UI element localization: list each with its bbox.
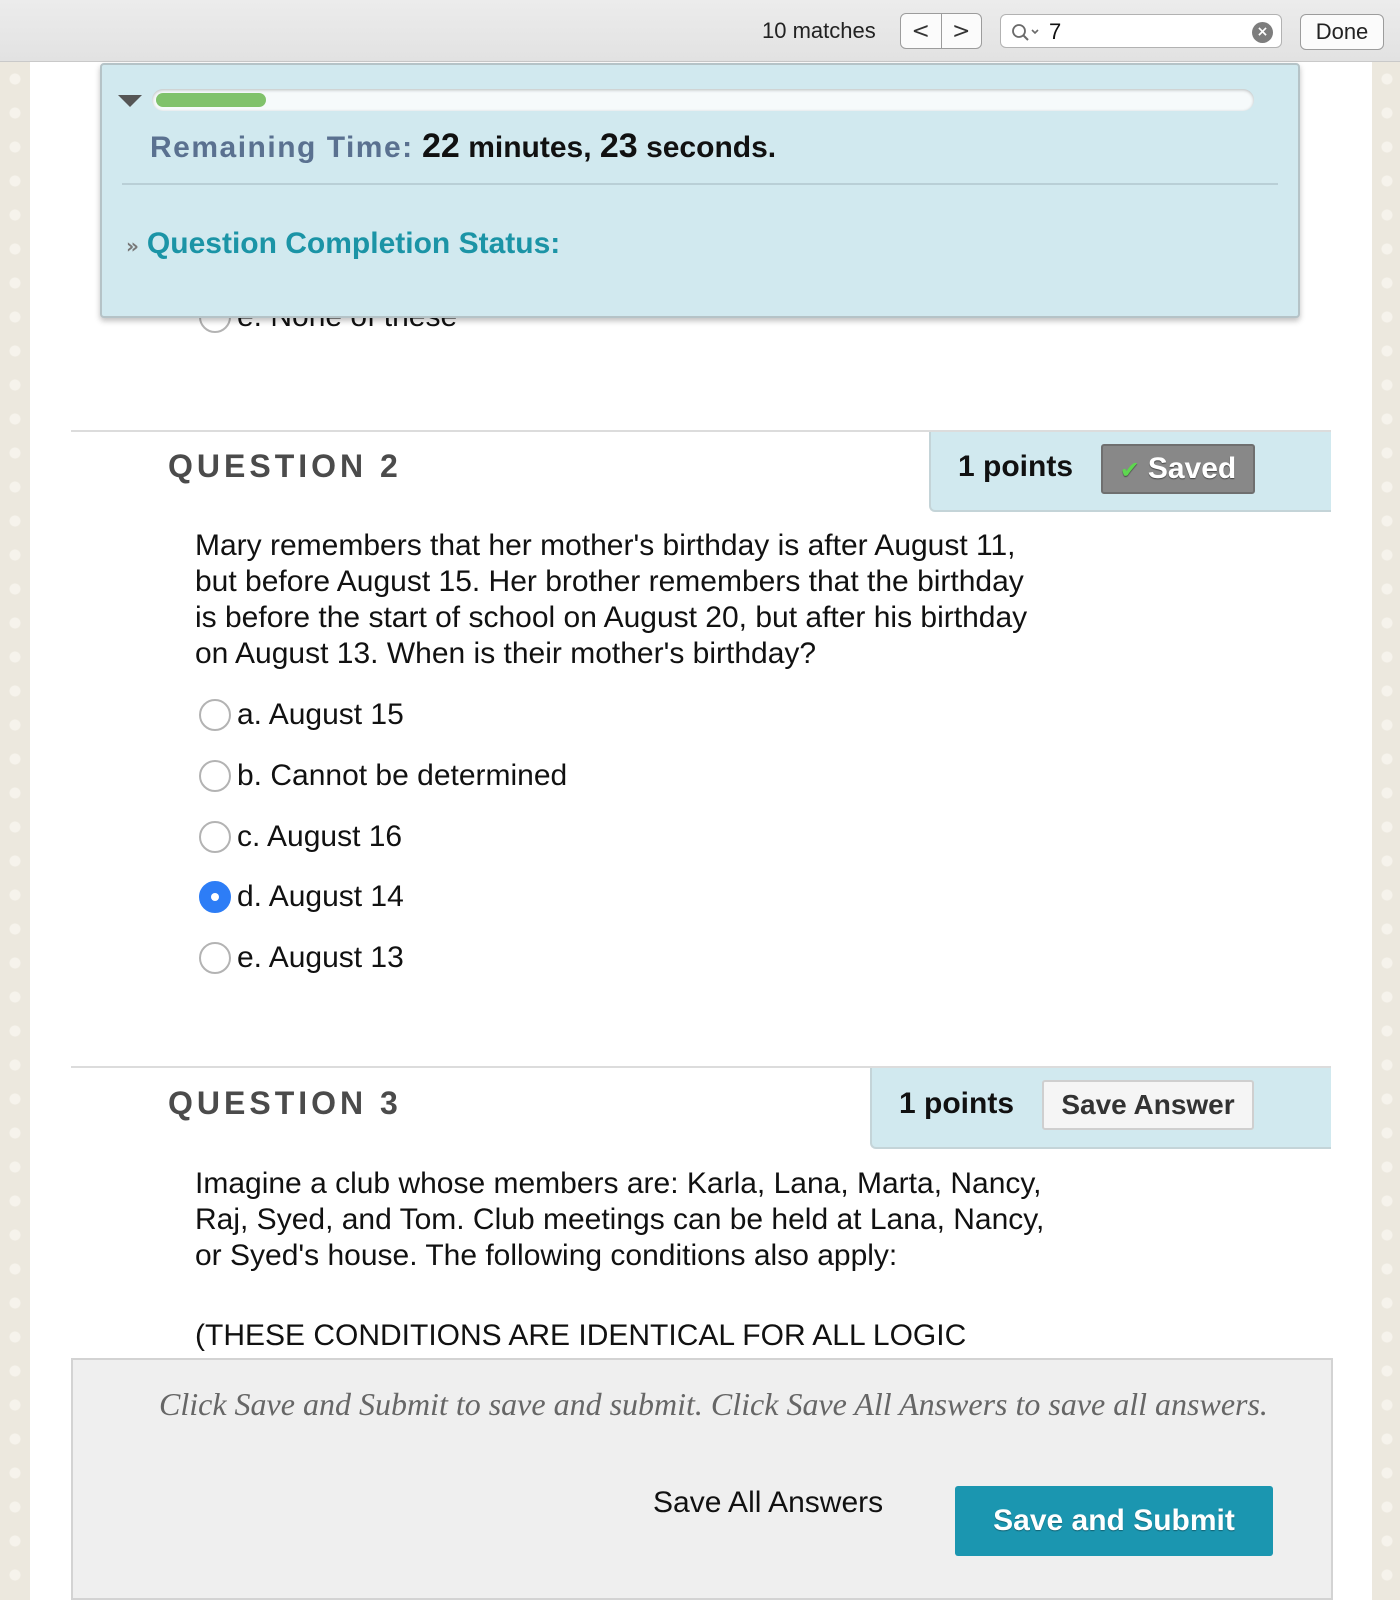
- find-input[interactable]: [1049, 18, 1239, 46]
- collapse-triangle-icon[interactable]: [118, 95, 142, 107]
- timer-panel: Remaining Time: 22 minutes, 23 seconds. …: [100, 63, 1300, 318]
- radio-button[interactable]: [199, 699, 231, 731]
- question-title: QUESTION 3: [168, 1085, 402, 1121]
- find-match-count: 10 matches: [762, 18, 876, 43]
- question-text: Imagine a club whose members are: Karla,…: [195, 1167, 1045, 1272]
- find-next-button[interactable]: >: [942, 14, 982, 48]
- answer-option-a[interactable]: a. August 15: [199, 698, 404, 732]
- double-chevron-down-icon: »: [126, 234, 139, 258]
- saved-label: Saved: [1147, 452, 1237, 485]
- remaining-time: Remaining Time: 22 minutes, 23 seconds.: [150, 127, 776, 166]
- check-icon: ✔: [1119, 456, 1140, 484]
- remaining-seconds: 23: [599, 127, 638, 165]
- search-icon[interactable]: [1011, 23, 1045, 43]
- question-text-continued: (THESE CONDITIONS ARE IDENTICAL FOR ALL …: [195, 1319, 967, 1352]
- saved-button[interactable]: ✔ Saved: [1101, 444, 1255, 494]
- seconds-unit: seconds.: [646, 131, 777, 164]
- progress-fill: [156, 93, 267, 107]
- panel-divider: [122, 183, 1278, 185]
- save-and-submit-button[interactable]: Save and Submit: [955, 1486, 1273, 1556]
- submit-panel: Click Save and Submit to save and submit…: [71, 1358, 1333, 1600]
- answer-option-e[interactable]: e. August 13: [199, 941, 404, 975]
- answer-option-b[interactable]: b. Cannot be determined: [199, 759, 567, 793]
- find-done-button[interactable]: Done: [1300, 14, 1384, 50]
- question-text: Mary remembers that her mother's birthda…: [195, 529, 1028, 670]
- answer-option-d[interactable]: d. August 14: [199, 880, 404, 914]
- question-points: 1 points: [958, 450, 1074, 483]
- option-label: e. August 13: [237, 941, 404, 974]
- find-previous-button[interactable]: <: [901, 14, 941, 48]
- remaining-minutes: 22: [422, 127, 460, 165]
- left-background-pattern: [0, 62, 30, 1600]
- radio-button[interactable]: [199, 942, 231, 974]
- option-label: c. August 16: [237, 820, 403, 853]
- question-points: 1 points: [899, 1087, 1015, 1120]
- submit-instructions: Click Save and Submit to save and submit…: [159, 1386, 1268, 1422]
- answer-option-c[interactable]: c. August 16: [199, 820, 402, 854]
- find-bar: 10 matches < > × Done: [0, 0, 1400, 62]
- find-nav-group: < >: [900, 13, 982, 49]
- find-field[interactable]: ×: [1000, 14, 1282, 48]
- save-all-answers-button[interactable]: Save All Answers: [653, 1486, 883, 1520]
- radio-button-selected[interactable]: [199, 881, 231, 913]
- option-label: a. August 15: [237, 698, 404, 731]
- completion-status-toggle[interactable]: » Question Completion Status:: [126, 227, 560, 261]
- remaining-time-label: Remaining Time:: [150, 131, 414, 164]
- option-label: d. August 14: [237, 880, 404, 913]
- radio-button[interactable]: [199, 821, 231, 853]
- save-answer-button[interactable]: Save Answer: [1042, 1080, 1254, 1130]
- question-title: QUESTION 2: [168, 448, 402, 484]
- clear-icon[interactable]: ×: [1252, 22, 1273, 43]
- radio-button[interactable]: [199, 760, 231, 792]
- time-progress-bar: [152, 89, 1254, 111]
- minutes-unit: minutes,: [468, 131, 592, 164]
- option-label: b. Cannot be determined: [237, 759, 568, 792]
- right-background-pattern: [1372, 62, 1400, 1600]
- completion-status-label: Question Completion Status:: [146, 227, 561, 260]
